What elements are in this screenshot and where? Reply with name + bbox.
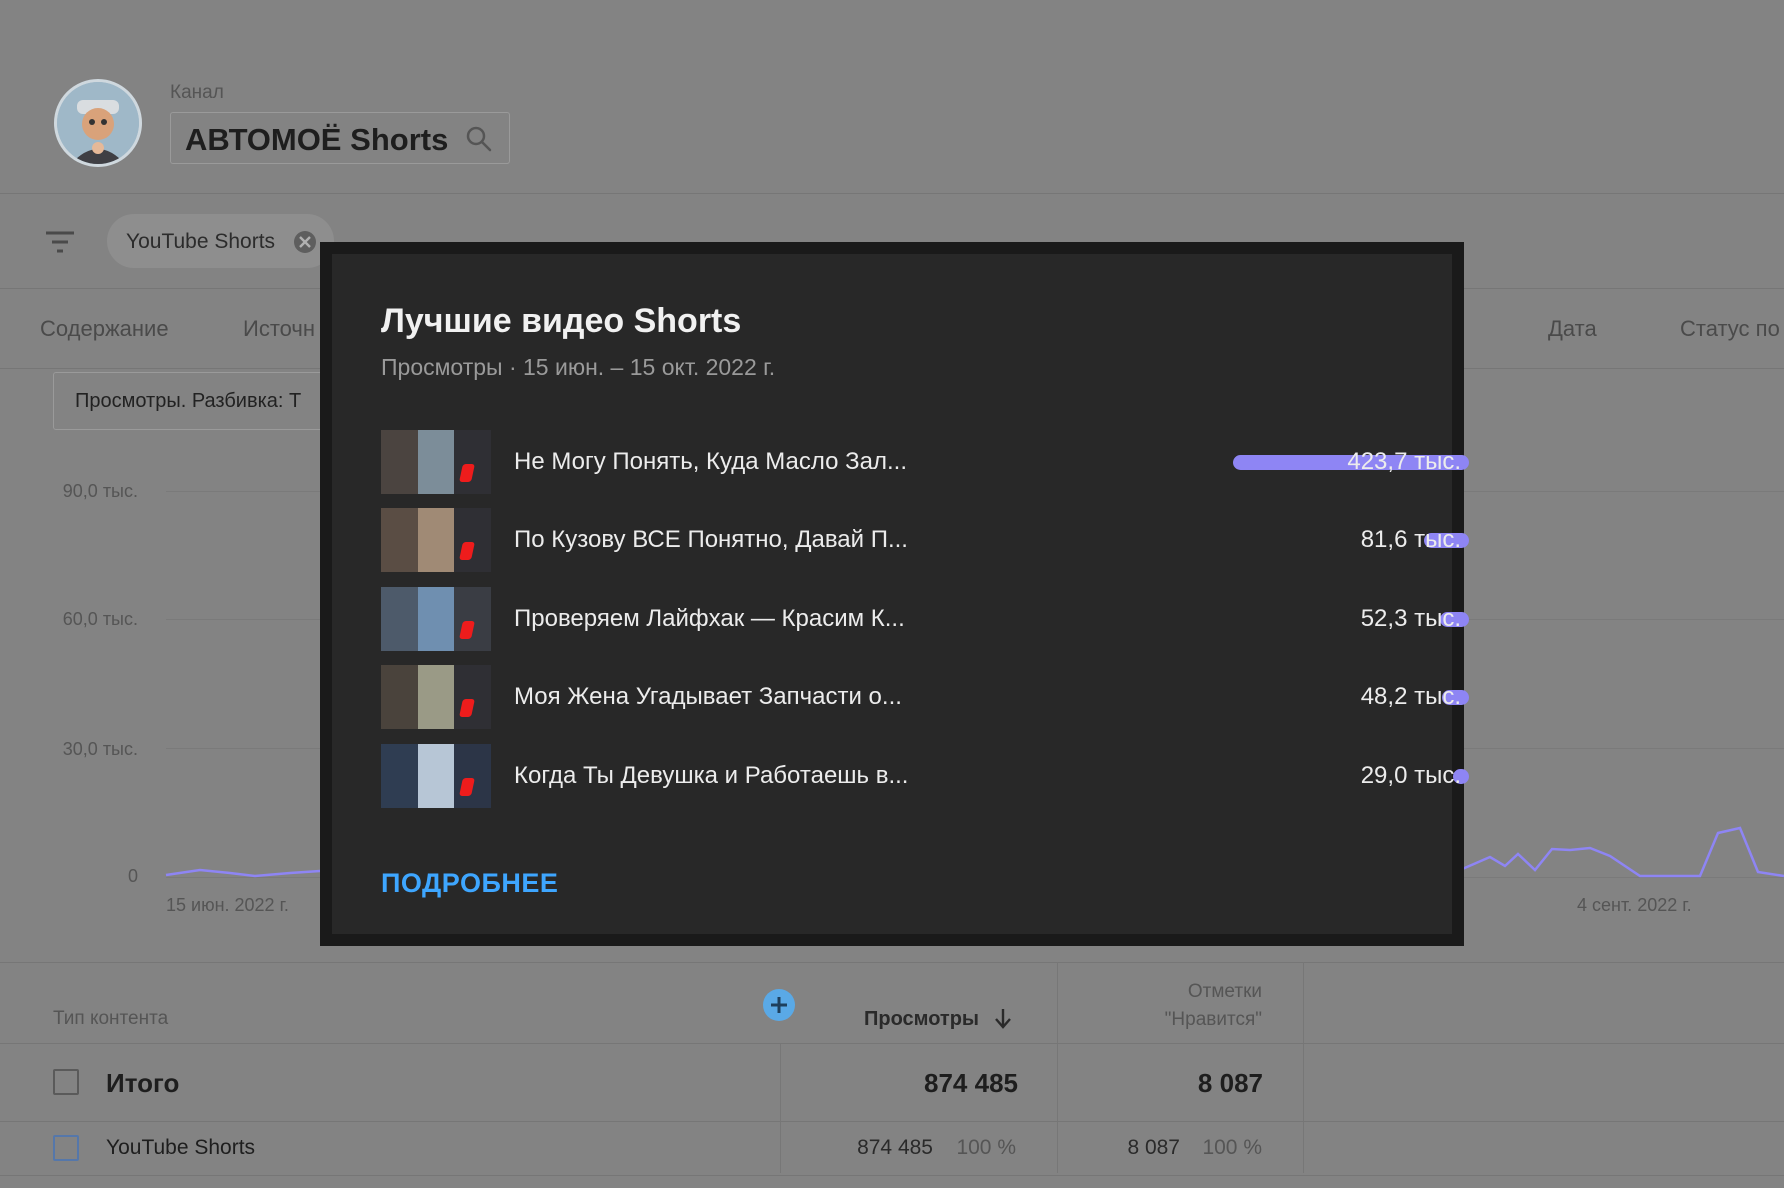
total-likes: 8 087 (1197, 1068, 1263, 1098)
top-video-row[interactable]: Когда Ты Девушка и Работаешь в... 29,0 т… (381, 744, 1469, 808)
more-details-link[interactable]: ПОДРОБНЕЕ (381, 868, 558, 899)
row-likes: 8 087 (1127, 1136, 1180, 1159)
row-views: 874 485 (857, 1136, 933, 1159)
top-video-row[interactable]: По Кузову ВСЕ Понятно, Давай П... 81,6 т… (381, 508, 1469, 572)
column-header-likes-line2: "Нравится" (1164, 1009, 1262, 1030)
top-video-row[interactable]: Проверяем Лайфхак — Красим К... 52,3 тыс… (381, 587, 1469, 651)
column-divider (1303, 962, 1304, 1173)
video-title: Моя Жена Угадывает Запчасти о... (514, 683, 902, 710)
row-label: YouTube Shorts (106, 1136, 256, 1159)
column-header-likes-line1: Отметки (1187, 981, 1262, 1002)
chart-divider (0, 962, 1784, 963)
column-header-likes[interactable]: Отметки "Нравится" (1150, 981, 1262, 1031)
total-row-label: Итого (106, 1068, 180, 1098)
column-divider (1057, 962, 1058, 1173)
top-shorts-popup: Лучшие видео Shorts Просмотры · 15 июн. … (320, 242, 1469, 946)
row-likes-percent: 100 % (1202, 1136, 1262, 1159)
video-title: Проверяем Лайфхак — Красим К... (514, 605, 905, 632)
arrow-down-icon[interactable] (992, 1006, 1014, 1035)
popup-subtitle: Просмотры · 15 июн. – 15 окт. 2022 г. (381, 354, 776, 380)
popup-title: Лучшие видео Shorts (381, 302, 742, 340)
video-thumbnail (381, 665, 491, 729)
popup-card: Лучшие видео Shorts Просмотры · 15 июн. … (332, 254, 1469, 934)
column-header-views[interactable]: Просмотры (864, 1008, 979, 1031)
table-header-divider (0, 1043, 1784, 1044)
x-axis-label: 15 июн. 2022 г. (166, 895, 289, 915)
video-views: 423,7 тыс. (1347, 448, 1461, 475)
video-thumbnail (381, 587, 491, 651)
video-views: 81,6 тыс. (1360, 526, 1461, 553)
table-bottom-divider (0, 1175, 1784, 1176)
video-title: По Кузову ВСЕ Понятно, Давай П... (514, 526, 908, 553)
video-title: Когда Ты Девушка и Работаешь в... (514, 762, 909, 789)
video-views: 48,2 тыс. (1360, 683, 1461, 710)
table-row-divider (0, 1121, 1784, 1122)
video-thumbnail (381, 430, 491, 494)
row-checkbox[interactable] (53, 1135, 79, 1161)
column-header-content-type: Тип контента (53, 1008, 169, 1029)
video-thumbnail (381, 508, 491, 572)
total-row-checkbox[interactable] (53, 1069, 79, 1095)
video-views: 29,0 тыс. (1360, 762, 1461, 789)
video-title: Не Могу Понять, Куда Масло Зал... (514, 448, 908, 475)
top-video-row[interactable]: Не Могу Понять, Куда Масло Зал... 423,7 … (381, 430, 1469, 494)
add-column-icon[interactable] (762, 988, 796, 1027)
row-views-percent: 100 % (956, 1136, 1016, 1159)
video-thumbnail (381, 744, 491, 808)
x-axis-label: 4 сент. 2022 г. (1577, 895, 1692, 915)
top-video-row[interactable]: Моя Жена Угадывает Запчасти о... 48,2 ты… (381, 665, 1469, 729)
video-views: 52,3 тыс. (1360, 605, 1461, 632)
column-divider (780, 1043, 781, 1173)
total-views: 874 485 (924, 1068, 1018, 1098)
